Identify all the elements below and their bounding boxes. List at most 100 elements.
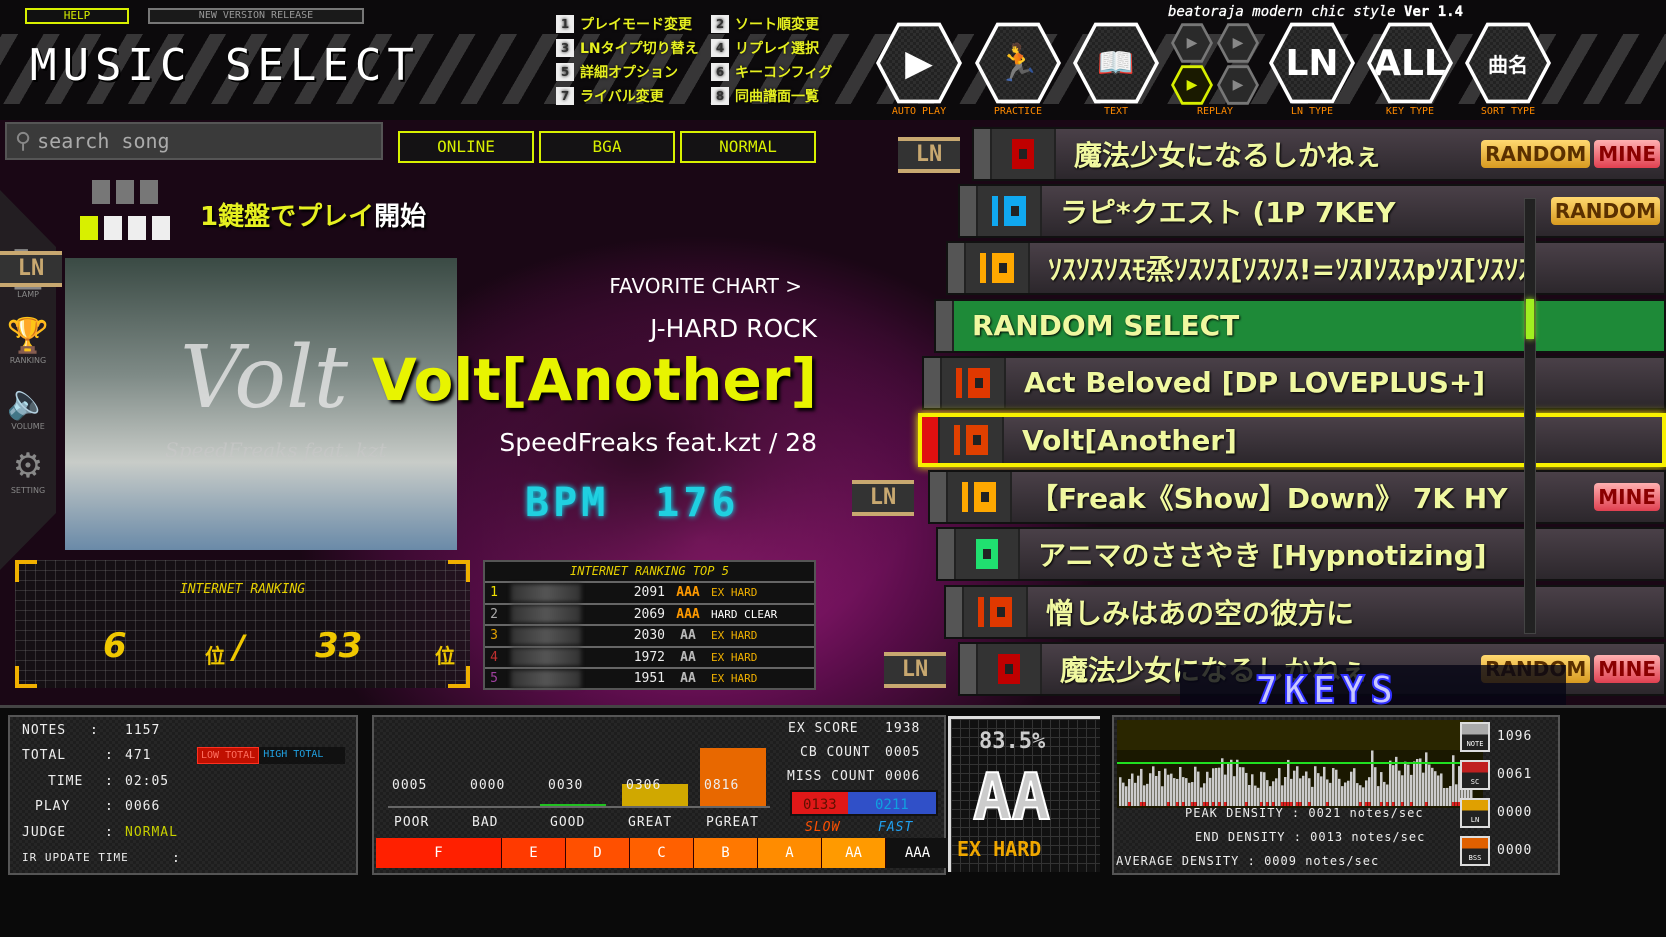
tab-online[interactable]: ONLINE <box>398 131 534 163</box>
help-button[interactable]: HELP <box>25 8 129 24</box>
count-value: 0000 <box>1497 843 1533 858</box>
grade-panel: 83.5% AA EX HARD <box>948 716 1100 872</box>
song-list-item[interactable]: 魔法少女になるしかねぇ RANDOMMINE <box>972 127 1666 181</box>
song-title: 魔法少女になるしかねぇ <box>1074 139 1383 172</box>
density-bar <box>1254 785 1257 806</box>
song-title: 憎しみはあの空の彼方に <box>1046 596 1355 630</box>
ranking-row: 4 1972 AA EX HARD <box>485 645 814 667</box>
scrollbar[interactable] <box>1524 198 1536 634</box>
song-list-item[interactable]: Act Beloved [DP LOVEPLUS+] <box>922 355 1666 410</box>
scrollbar-thumb[interactable] <box>1526 299 1534 339</box>
density-bar <box>1395 756 1398 806</box>
judge-label: POOR <box>394 815 430 830</box>
key-badge: 8 <box>711 87 729 105</box>
count-icon-bss: BSS <box>1460 836 1490 866</box>
total-value: 471 <box>125 748 152 763</box>
new-version-button[interactable]: NEW VERSION RELEASE <box>148 8 364 24</box>
song-title: Act Beloved [DP LOVEPLUS+] <box>1024 366 1486 400</box>
miss-count-value: 0006 <box>885 769 921 784</box>
key-hint-label: 同曲譜面一覧 <box>735 89 819 105</box>
density-bar <box>1239 767 1242 806</box>
key-badge: 2 <box>711 15 729 33</box>
density-bar <box>1134 782 1137 806</box>
mine-badge: MINE <box>1594 654 1660 683</box>
judge-value: NORMAL <box>125 825 178 840</box>
density-bar <box>1146 783 1149 806</box>
search-input[interactable]: ⚲ search song <box>5 122 383 160</box>
density-bar <box>1263 772 1266 806</box>
side-setting-button[interactable]: ⚙ SETTING <box>0 446 56 495</box>
density-bar <box>1230 759 1233 806</box>
tab-bga[interactable]: BGA <box>539 131 675 163</box>
count-icon-sc: SC <box>1460 760 1490 790</box>
key-hint-4: 4 リプレイ選択 <box>711 38 819 58</box>
key-hint-label: ライバル変更 <box>580 89 664 105</box>
rank-separator: / <box>233 628 245 666</box>
key-hint-label: プレイモード変更 <box>580 17 692 33</box>
density-bar <box>1176 778 1179 806</box>
clear-lamp <box>942 357 1006 408</box>
clear-lamp <box>948 472 1012 523</box>
my-rank: 6 <box>103 626 127 666</box>
density-bar <box>1131 773 1134 806</box>
scratch-bar <box>1455 802 1458 806</box>
tab-normal[interactable]: NORMAL <box>680 131 816 163</box>
song-list-item[interactable]: ラピ*クエスト (1P 7KEY RANDOM <box>958 184 1666 239</box>
key-hint-1: 1 プレイモード変更 <box>556 14 692 34</box>
song-list-item[interactable]: ｿｽｿｽｿｽﾓ烝ｿｽｿｽ[ｿｽｿｽ!=ｿｽIｿｽｽpｿｽ[ｿｽｿｽ <box>946 241 1666 296</box>
song-list-item[interactable]: アニマのささやき [Hypnotizing] <box>936 527 1666 582</box>
count-value: 0061 <box>1497 767 1533 782</box>
clear-lamp <box>992 129 1056 179</box>
favorite-chart-link[interactable]: FAVORITE CHART > <box>609 274 802 298</box>
density-bar <box>1431 767 1434 806</box>
song-title: ｿｽｿｽｿｽﾓ烝ｿｽｿｽ[ｿｽｿｽ!=ｿｽIｿｽｽpｿｽ[ｿｽｿｽ <box>1048 253 1533 287</box>
brand-label: beatoraja modern chic style Ver 1.4 <box>1168 4 1463 20</box>
density-bar <box>1437 775 1440 806</box>
ln-badge: LN <box>898 137 960 173</box>
start-hint-suffix: 開始 <box>374 202 427 232</box>
key-hint-label: ソート順変更 <box>735 17 819 33</box>
density-bar <box>1404 761 1407 806</box>
ranking-rank: 5 <box>490 671 498 686</box>
density-bar <box>1449 786 1452 806</box>
side-ranking-button[interactable]: 🏆 RANKING <box>0 316 56 365</box>
density-bar <box>1434 771 1437 806</box>
ranking-rank: 3 <box>490 628 498 643</box>
key-hint-label: 詳細オプション <box>580 65 678 81</box>
bpm-display: BPM 176 <box>525 480 740 526</box>
density-bar <box>1440 773 1443 806</box>
song-genre: J-HARD ROCK <box>650 314 817 343</box>
song-list-item[interactable]: 【Freak《Show】Down》 7K HY MINE <box>928 470 1666 525</box>
song-title: アニマのささやき [Hypnotizing] <box>1038 539 1487 573</box>
internet-ranking-panel: INTERNET RANKING 6 位 / 33 位 <box>15 560 470 688</box>
scratch-bar <box>1167 802 1170 806</box>
mine-badge: MINE <box>1594 483 1660 512</box>
peak-density: PEAK DENSITY : 0021 notes/sec <box>1185 806 1424 820</box>
clear-lamp <box>964 586 1028 637</box>
ranking-clear: EX HARD <box>711 586 758 599</box>
density-bar <box>1164 768 1167 806</box>
ranking-clear: EX HARD <box>711 672 758 685</box>
song-list-item[interactable]: Volt[Another] <box>918 413 1666 467</box>
practice-label: PRACTICE <box>993 106 1043 117</box>
ranking-rank: 1 <box>490 585 498 600</box>
density-bar <box>1245 772 1248 806</box>
key-badge: 6 <box>711 63 729 81</box>
density-bar <box>1443 787 1446 806</box>
grade-scale-c: C <box>630 838 694 868</box>
side-volume-button[interactable]: 🔈 VOLUME <box>0 382 56 431</box>
page-title: MUSIC SELECT <box>30 40 420 91</box>
density-bar <box>1215 767 1218 806</box>
song-list-item[interactable]: 憎しみはあの空の彼方に <box>944 584 1666 639</box>
density-bar <box>1122 782 1125 806</box>
song-list-item[interactable]: RANDOM SELECT <box>934 298 1666 353</box>
density-bar <box>1218 767 1221 806</box>
player-name-blurred <box>511 648 581 666</box>
judge-label: GREAT <box>628 815 673 830</box>
ranking-clear: HARD CLEAR <box>711 607 778 621</box>
song-title: ラピ*クエスト (1P 7KEY <box>1060 196 1396 230</box>
density-bar <box>1329 782 1332 806</box>
start-hint: 1鍵盤でプレイ開始 <box>200 196 426 233</box>
density-bar <box>1311 786 1314 806</box>
density-graph <box>1117 720 1483 808</box>
